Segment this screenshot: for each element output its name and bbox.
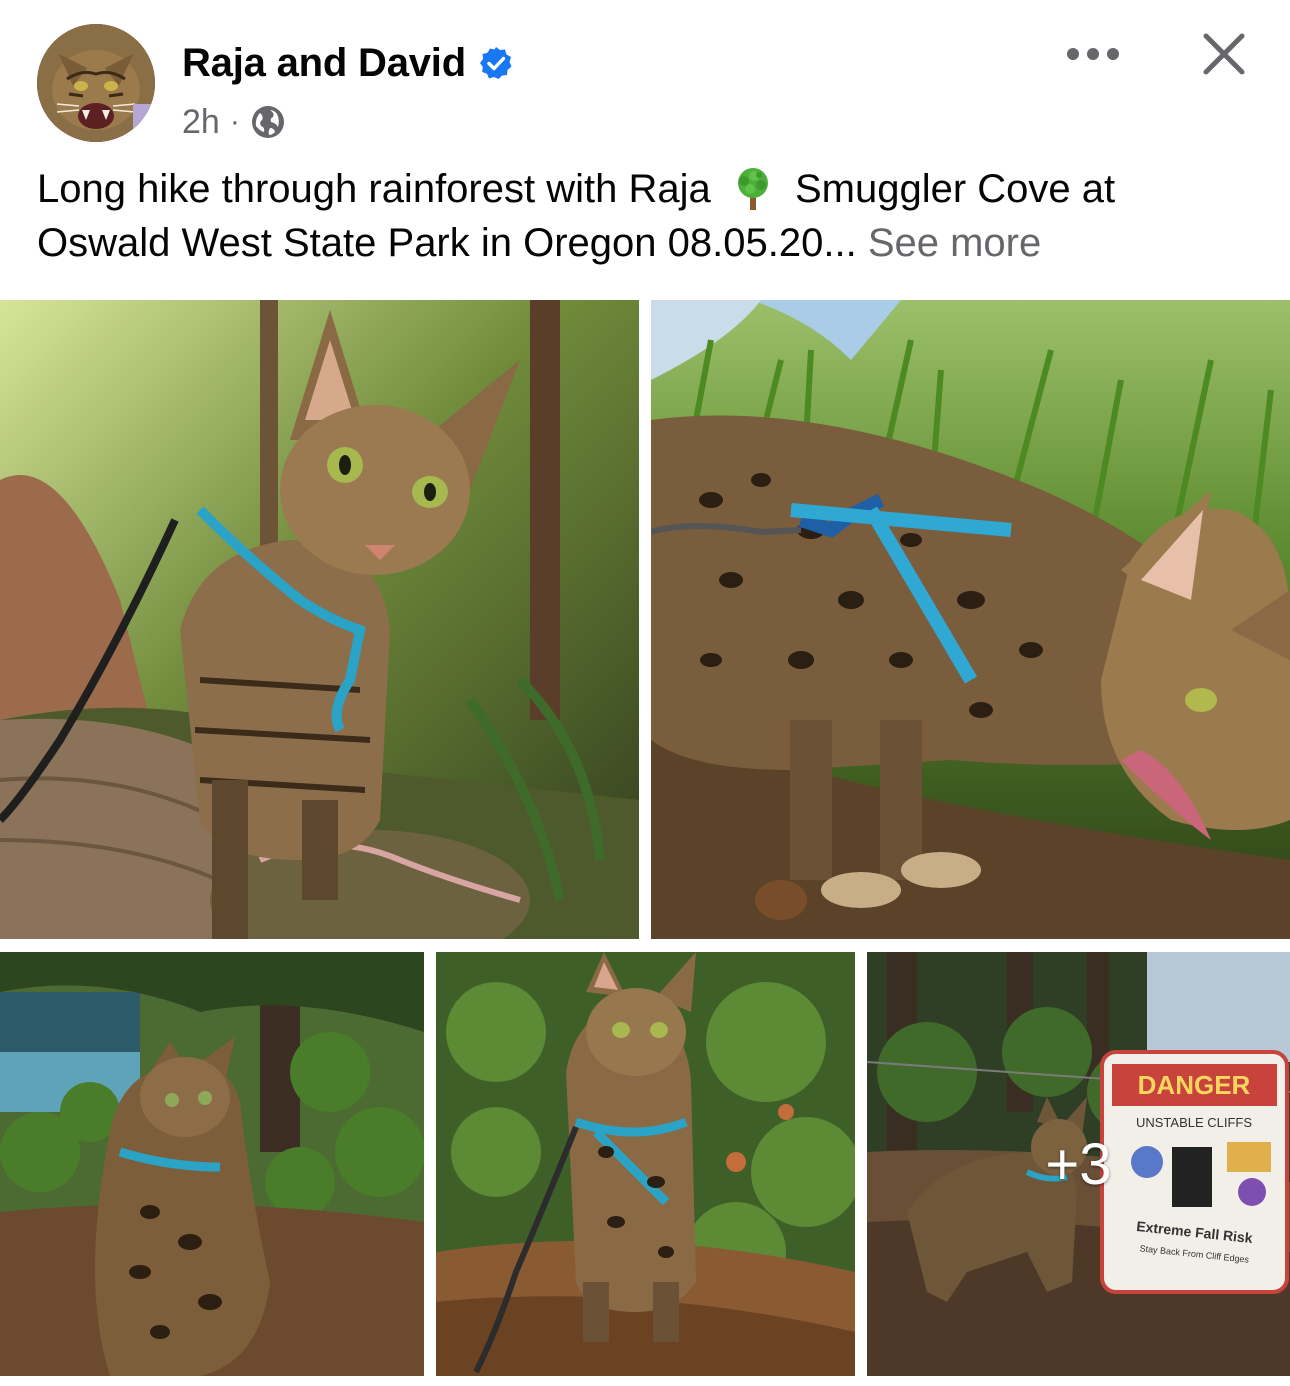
photo-3[interactable]: [0, 952, 424, 1376]
caption-text-start: Long hike through rainforest with Raja: [37, 167, 722, 211]
post-timestamp[interactable]: 2h: [182, 103, 220, 142]
post-caption: Long hike through rainforest with Raja S…: [37, 162, 1257, 270]
post-header: Raja and David 2h ·: [0, 0, 1290, 160]
author-row: Raja and David: [182, 38, 514, 88]
see-more-link[interactable]: See more: [868, 221, 1041, 265]
photo-4[interactable]: [436, 952, 855, 1376]
author-avatar[interactable]: [37, 24, 155, 142]
more-photos-count: +3: [1045, 1131, 1112, 1197]
globe-icon: [251, 106, 284, 138]
tree-emoji-icon: [737, 168, 768, 210]
photo-2[interactable]: [651, 300, 1290, 939]
verified-badge-icon: [479, 47, 512, 79]
cat-on-log-photo: [0, 300, 639, 939]
photo-1[interactable]: [0, 300, 639, 939]
author-name[interactable]: Raja and David: [182, 41, 466, 86]
meta-separator: ·: [229, 105, 240, 138]
cat-sitting-by-water-photo: [0, 952, 424, 1376]
photo-5-more[interactable]: DANGER UNSTABLE CLIFFS Extreme Fall Risk…: [867, 952, 1290, 1376]
cat-standing-in-shrubs-photo: [436, 952, 855, 1376]
close-button[interactable]: [1192, 22, 1256, 86]
ellipsis-icon: [1067, 48, 1119, 60]
cat-eating-grass-photo: [651, 300, 1290, 939]
close-icon: [1203, 33, 1245, 75]
more-options-button[interactable]: [1060, 30, 1126, 78]
post-meta: 2h ·: [182, 100, 286, 144]
cat-face-avatar-image: [37, 24, 155, 142]
